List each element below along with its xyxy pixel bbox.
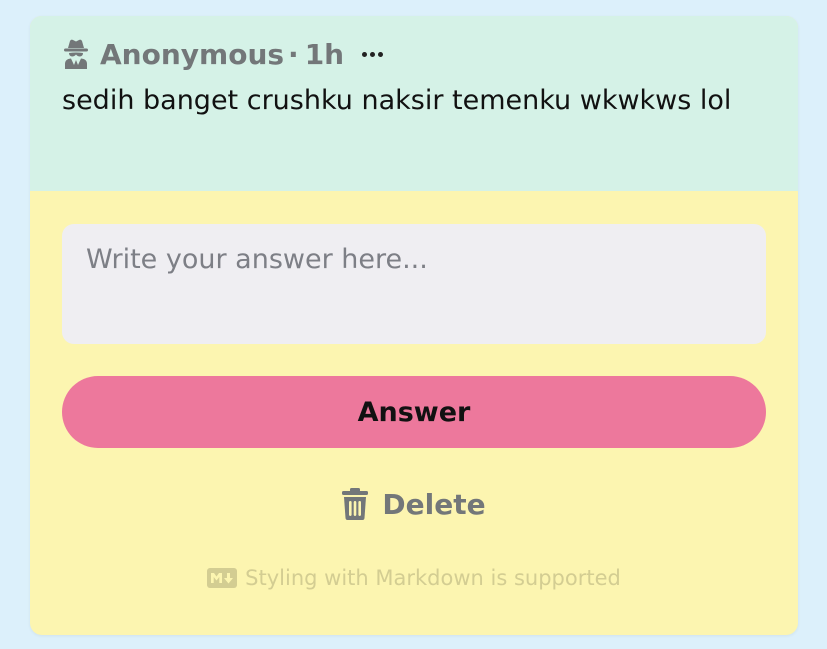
post-author: Anonymous	[100, 37, 285, 71]
more-dot	[378, 51, 384, 57]
answer-button[interactable]: Answer	[62, 376, 766, 448]
question-text: sedih banget crushku naksir temenku wkwk…	[62, 85, 732, 116]
markdown-note: Styling with Markdown is supported	[62, 566, 766, 590]
meta-separator: ·	[288, 37, 299, 71]
markdown-note-text: Styling with Markdown is supported	[245, 566, 621, 590]
answer-input[interactable]	[62, 224, 766, 344]
more-dot	[370, 51, 376, 57]
more-dot	[362, 51, 368, 57]
markdown-icon	[207, 568, 238, 588]
answer-form: Answer Delete	[30, 191, 798, 590]
post-meta: Anonymous · 1h	[62, 36, 766, 72]
more-icon[interactable]	[362, 36, 384, 72]
post-time: 1h	[304, 37, 345, 71]
question-section: Anonymous · 1h sedih banget crushku naks…	[30, 16, 798, 191]
question-card: Anonymous · 1h sedih banget crushku naks…	[30, 16, 798, 635]
delete-button[interactable]: Delete	[314, 468, 514, 540]
trash-icon	[342, 488, 369, 520]
delete-label: Delete	[382, 487, 486, 521]
spy-icon	[62, 39, 90, 69]
